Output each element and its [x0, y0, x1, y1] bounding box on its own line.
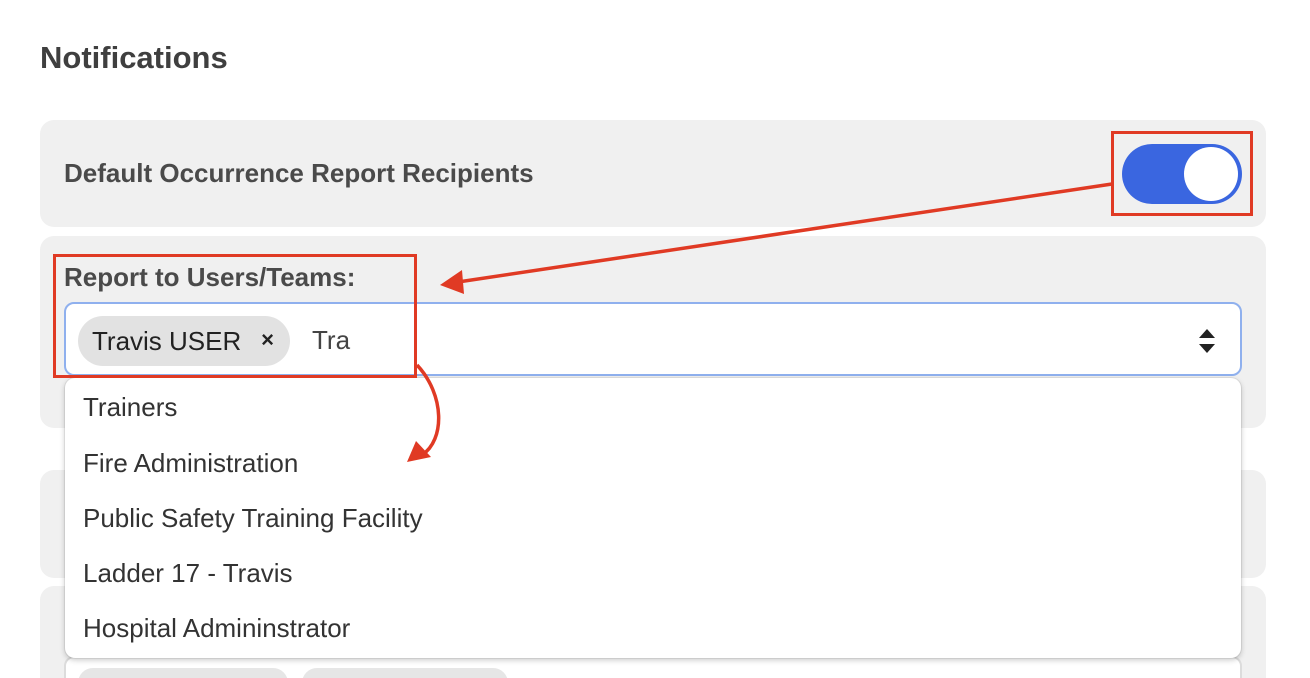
selected-chip: [78, 668, 288, 678]
option-fire-administration[interactable]: Fire Administration: [83, 448, 298, 479]
selected-chip: [302, 668, 508, 678]
option-hospital-admininstrator[interactable]: Hospital Admininstrator: [83, 613, 350, 644]
chip-label: Travis USER: [92, 325, 242, 356]
selected-chip-travis-user: Travis USER ×: [78, 316, 290, 366]
default-recipients-label: Default Occurrence Report Recipients: [64, 158, 534, 188]
report-to-label: Report to Users/Teams:: [64, 262, 356, 292]
close-icon[interactable]: ×: [261, 327, 274, 353]
report-to-search-input[interactable]: [312, 323, 912, 357]
recipients-field[interactable]: [64, 656, 1242, 678]
notifications-page: Notifications Default Occurrence Report …: [0, 0, 1310, 678]
report-to-select[interactable]: Travis USER ×: [64, 302, 1242, 376]
report-to-options-menu: Trainers Fire Administration Public Safe…: [65, 378, 1241, 658]
option-ladder-17-travis[interactable]: Ladder 17 - Travis: [83, 558, 293, 589]
option-public-safety-training-facility[interactable]: Public Safety Training Facility: [83, 503, 423, 534]
default-recipients-toggle[interactable]: [1122, 144, 1242, 204]
toggle-knob: [1184, 147, 1238, 201]
sort-arrows-icon[interactable]: [1198, 328, 1216, 354]
option-trainers[interactable]: Trainers: [83, 392, 177, 423]
page-title: Notifications: [40, 40, 228, 75]
